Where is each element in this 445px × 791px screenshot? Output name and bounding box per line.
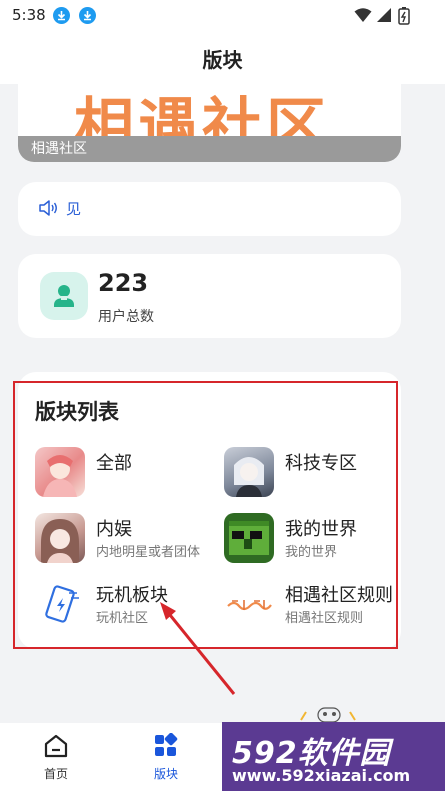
forum-grid-icon	[155, 732, 178, 756]
user-stats-card: 223 用户总数	[18, 254, 401, 338]
download-notification-icon	[79, 7, 96, 24]
announcement-bar[interactable]: 见	[18, 182, 401, 236]
status-time: 5:38	[12, 6, 46, 24]
wifi-icon	[354, 7, 372, 27]
user-count: 223	[98, 269, 149, 297]
home-icon	[44, 734, 68, 758]
nav-home-label: 首页	[43, 767, 68, 781]
nav-forum-label: 版块	[153, 767, 178, 781]
banner-caption-strip: 相遇社区	[18, 136, 401, 162]
nav-home[interactable]: 首页	[26, 733, 86, 782]
nav-forum[interactable]: 版块	[136, 732, 196, 782]
community-banner[interactable]: 相遇社区 相遇社区	[18, 84, 401, 162]
announcement-text: 见	[66, 200, 82, 218]
download-notification-icon	[53, 7, 70, 24]
watermark-url: www.592xiazai.com	[232, 766, 411, 785]
page-title: 版块	[202, 48, 243, 72]
user-count-label: 用户总数	[98, 309, 154, 325]
signal-icon	[376, 7, 392, 27]
speaker-icon	[38, 199, 58, 221]
app-header: 版块	[0, 32, 445, 84]
highlight-annotation-box	[13, 381, 398, 649]
battery-icon	[398, 7, 410, 29]
status-bar: 5:38	[0, 0, 445, 32]
banner-caption: 相遇社区	[31, 141, 87, 157]
user-icon	[40, 272, 88, 320]
site-watermark: 592软件园 www.592xiazai.com	[222, 722, 445, 791]
gamepad-mascot-icon	[298, 702, 358, 724]
